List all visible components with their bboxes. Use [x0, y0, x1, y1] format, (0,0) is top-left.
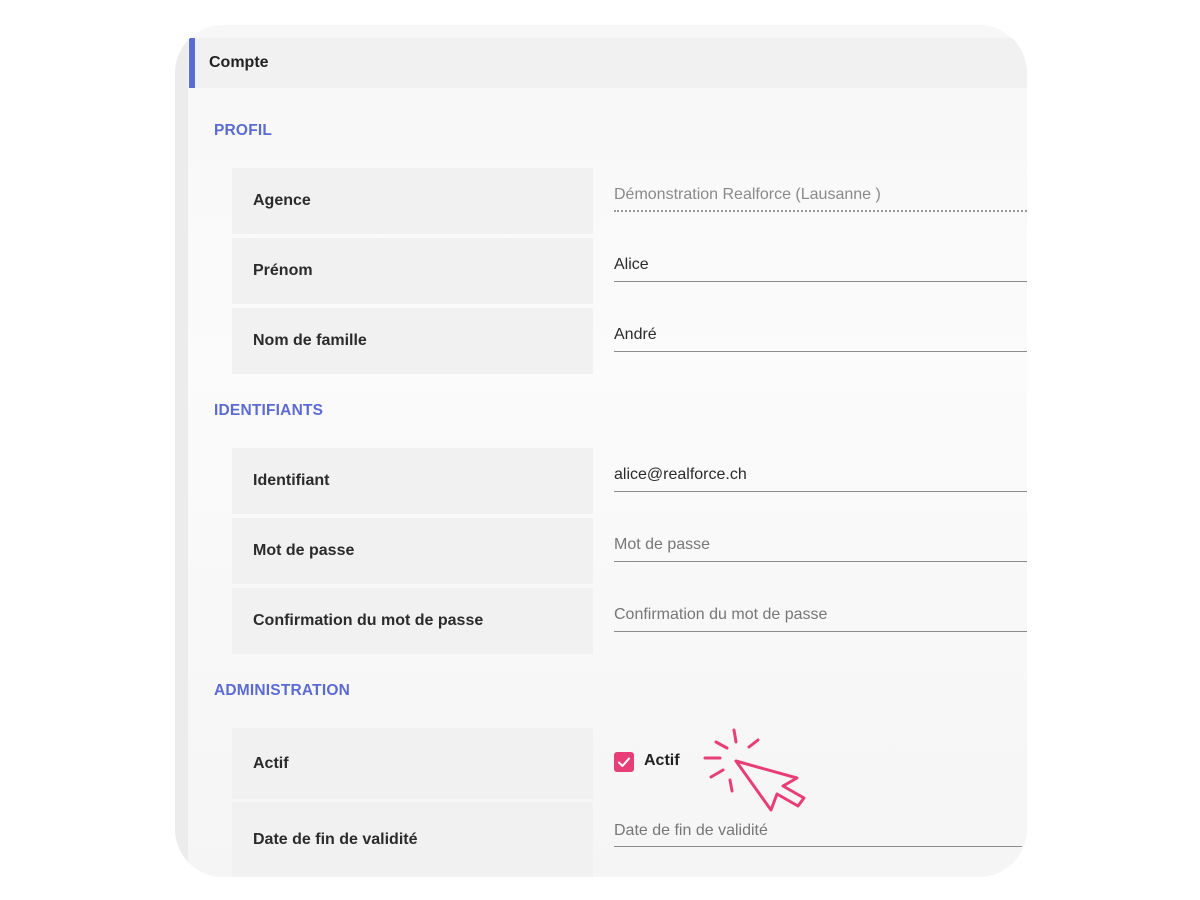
header-title: Compte — [209, 54, 269, 71]
nom-label-box: Nom de famille — [232, 308, 593, 374]
prenom-value: Alice — [614, 256, 649, 273]
identifiant-value: alice@realforce.ch — [614, 466, 747, 483]
confirm-underline — [614, 631, 1027, 632]
date-label: Date de fin de validité — [253, 830, 418, 848]
date-label-box: Date de fin de validité — [232, 802, 593, 877]
nom-underline — [614, 351, 1027, 352]
actif-checkbox-label[interactable]: Actif — [644, 752, 680, 770]
date-placeholder: Date de fin de validité — [614, 822, 768, 839]
password-label: Mot de passe — [253, 542, 355, 559]
agence-label: Agence — [253, 192, 311, 209]
click-cursor-icon — [703, 728, 806, 812]
check-icon — [618, 757, 630, 767]
header-accent-bar — [189, 38, 195, 88]
identifiant-input[interactable]: alice@realforce.ch — [614, 466, 1027, 492]
prenom-label-box: Prénom — [232, 238, 593, 304]
date-fin-validite-input[interactable]: Date de fin de validité — [614, 822, 1022, 847]
prenom-label: Prénom — [253, 262, 313, 279]
date-underline — [614, 846, 1022, 847]
agence-underline — [614, 210, 1027, 212]
confirm-label: Confirmation du mot de passe — [253, 612, 484, 629]
agence-value: Démonstration Realforce (Lausanne ) — [614, 186, 881, 203]
prenom-input[interactable]: Alice — [614, 256, 1027, 282]
actif-label: Actif — [253, 754, 289, 772]
section-administration-title: ADMINISTRATION — [214, 682, 350, 699]
nom-label: Nom de famille — [253, 332, 367, 349]
password-placeholder: Mot de passe — [614, 536, 711, 553]
agence-label-box: Agence — [232, 168, 593, 234]
password-underline — [614, 561, 1027, 562]
identifiant-label-box: Identifiant — [232, 448, 593, 514]
account-card: Compte PROFIL Agence Démonstration Realf… — [175, 25, 1027, 877]
section-identifiants-title: IDENTIFIANTS — [214, 402, 324, 419]
actif-label-box: Actif — [232, 728, 593, 799]
agence-field: Démonstration Realforce (Lausanne ) — [614, 186, 1027, 212]
password-label-box: Mot de passe — [232, 518, 593, 584]
password-input[interactable]: Mot de passe — [614, 536, 1027, 562]
section-profil-title: PROFIL — [214, 122, 273, 139]
nom-value: André — [614, 326, 657, 343]
account-header: Compte — [189, 38, 1027, 88]
actif-checkbox[interactable] — [614, 752, 634, 772]
left-strip — [175, 25, 188, 877]
confirm-label-box: Confirmation du mot de passe — [232, 588, 593, 654]
prenom-underline — [614, 281, 1027, 282]
confirm-placeholder: Confirmation du mot de passe — [614, 606, 828, 623]
identifiant-underline — [614, 491, 1027, 492]
identifiant-label: Identifiant — [253, 472, 330, 489]
nom-input[interactable]: André — [614, 326, 1027, 352]
confirm-password-input[interactable]: Confirmation du mot de passe — [614, 606, 1027, 632]
